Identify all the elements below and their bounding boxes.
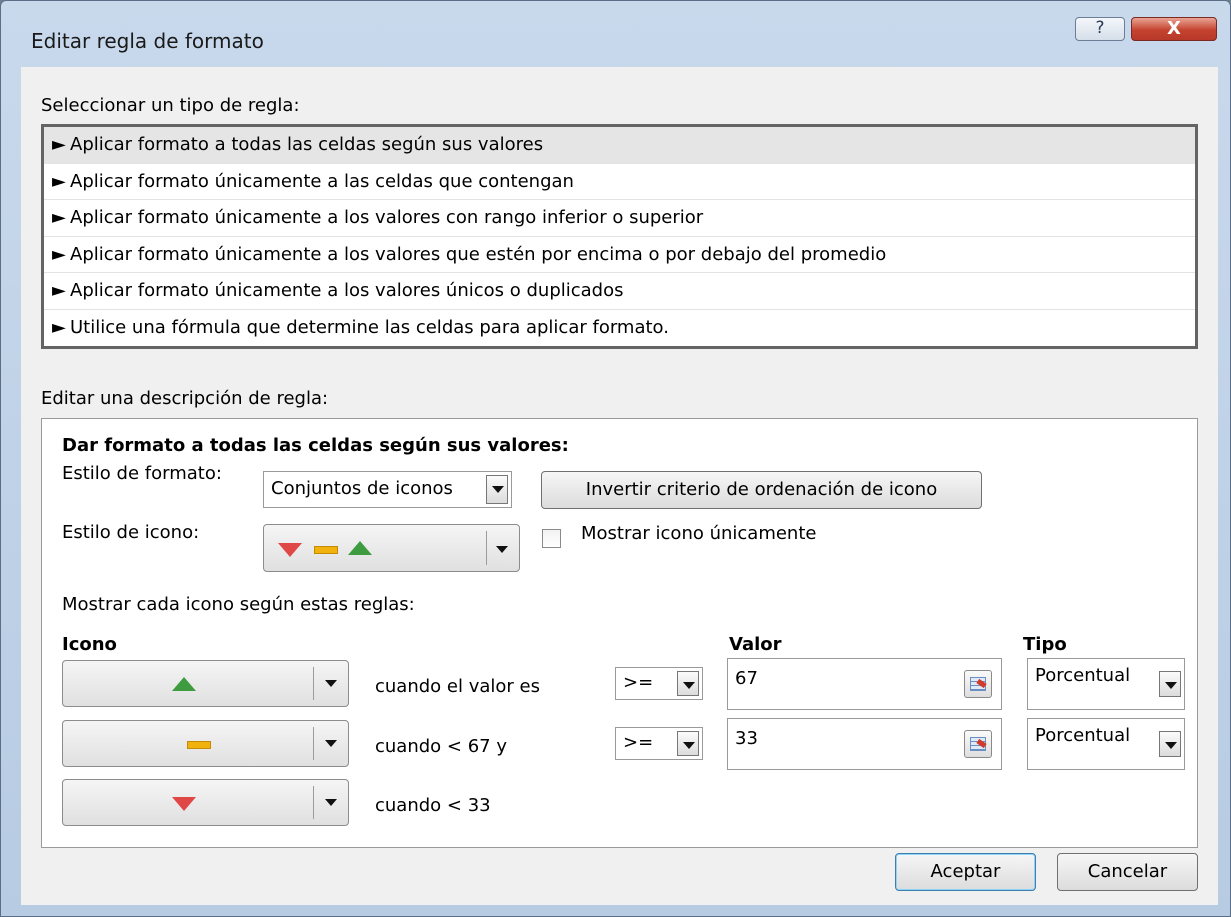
arrow-icon: ► — [52, 316, 66, 338]
row1-value-text: 67 — [735, 668, 758, 689]
icon-style-combo[interactable] — [263, 524, 520, 572]
title-bar[interactable]: Editar regla de formato ? X — [1, 1, 1230, 67]
chevron-down-icon[interactable] — [486, 475, 508, 504]
chevron-down-icon[interactable] — [1159, 731, 1181, 757]
arrow-icon: ► — [52, 243, 66, 265]
row2-type-combo[interactable]: Porcentual — [1027, 718, 1185, 770]
row2-value-input[interactable]: 33 — [727, 718, 1002, 770]
row2-icon-combo[interactable] — [62, 720, 349, 767]
show-icon-only-label: Mostrar icono únicamente — [581, 523, 817, 544]
format-style-label: Estilo de formato: — [62, 463, 222, 484]
rule-type-item-unique-duplicate[interactable]: ► Aplicar formato únicamente a los valore… — [44, 273, 1195, 310]
rule-description-panel: Dar formato a todas las celdas según sus… — [41, 418, 1198, 848]
row2-operator-combo[interactable]: >= — [615, 727, 703, 760]
rule-type-item-all-cells[interactable]: ► Aplicar formato a todas las celdas segú… — [44, 127, 1195, 164]
row3-icon-combo[interactable] — [62, 779, 349, 826]
row3-condition: cuando < 33 — [375, 795, 491, 816]
rule-type-item-label: Aplicar formato únicamente a las celdas … — [70, 170, 574, 192]
row1-condition: cuando el valor es — [375, 676, 540, 697]
show-icon-only-checkbox[interactable] — [542, 529, 561, 548]
arrow-icon: ► — [52, 280, 66, 301]
chevron-down-icon[interactable] — [496, 546, 508, 553]
rule-type-item-formula[interactable]: ► Utilice una fórmula que determine las c… — [44, 310, 1195, 347]
rule-type-item-contains[interactable]: ► Aplicar formato únicamente a las celdas… — [44, 164, 1195, 200]
yellow-dash-icon — [187, 741, 211, 749]
row1-operator-combo[interactable]: >= — [615, 667, 703, 700]
red-down-triangle-icon — [172, 797, 196, 811]
rule-type-item-top-bottom[interactable]: ► Aplicar formato únicamente a los valore… — [44, 200, 1195, 237]
arrow-icon: ► — [52, 207, 66, 228]
rule-type-item-label: Aplicar formato a todas las celdas según… — [70, 134, 544, 155]
row1-value-input[interactable]: 67 — [727, 658, 1002, 710]
green-up-triangle-icon — [348, 541, 372, 555]
row2-type-value: Porcentual — [1035, 725, 1131, 746]
format-style-value: Conjuntos de iconos — [271, 478, 453, 499]
row1-icon-combo[interactable] — [62, 660, 349, 707]
row1-type-value: Porcentual — [1035, 665, 1131, 686]
rule-type-list[interactable]: ► Aplicar formato a todas las celdas segú… — [41, 124, 1198, 349]
chevron-down-icon[interactable] — [325, 799, 337, 806]
row1-operator-value: >= — [623, 672, 654, 693]
chevron-down-icon[interactable] — [325, 680, 337, 687]
row2-value-text: 33 — [735, 728, 758, 749]
close-button[interactable]: X — [1131, 17, 1217, 41]
rule-type-label: Seleccionar un tipo de regla: — [41, 95, 300, 116]
rule-type-item-label: Aplicar formato únicamente a los valores… — [70, 280, 624, 301]
rule-type-item-average[interactable]: ► Aplicar formato únicamente a los valore… — [44, 237, 1195, 273]
rule-type-item-label: Aplicar formato únicamente a los valores… — [70, 243, 887, 265]
red-down-triangle-icon — [278, 543, 302, 557]
edit-format-rule-dialog: Editar regla de formato ? X Seleccionar … — [0, 0, 1231, 917]
help-button[interactable]: ? — [1075, 17, 1125, 41]
green-up-triangle-icon — [172, 677, 196, 691]
combo-separator — [313, 727, 314, 760]
row1-type-combo[interactable]: Porcentual — [1027, 658, 1185, 710]
arrow-icon: ► — [52, 134, 66, 155]
row2-cell-reference-icon[interactable] — [964, 730, 992, 758]
yellow-dash-icon — [314, 546, 338, 554]
icon-style-label: Estilo de icono: — [62, 522, 200, 543]
combo-separator — [313, 786, 314, 819]
type-column-header: Tipo — [1023, 634, 1067, 655]
ok-button[interactable]: Aceptar — [895, 853, 1036, 891]
chevron-down-icon[interactable] — [677, 731, 699, 756]
combo-separator — [486, 531, 487, 565]
row1-cell-reference-icon[interactable] — [964, 670, 992, 698]
icon-rules-heading: Mostrar cada icono según estas reglas: — [62, 594, 415, 615]
icon-column-header: Icono — [62, 634, 117, 655]
rule-type-item-label: Utilice una fórmula que determine las ce… — [70, 316, 669, 338]
reverse-icon-order-button[interactable]: Invertir criterio de ordenación de icono — [541, 471, 982, 509]
value-column-header: Valor — [729, 634, 782, 655]
cancel-button[interactable]: Cancelar — [1057, 853, 1198, 891]
rule-description-label: Editar una descripción de regla: — [41, 388, 329, 409]
chevron-down-icon[interactable] — [325, 740, 337, 747]
description-heading: Dar formato a todas las celdas según sus… — [62, 435, 569, 456]
row2-operator-value: >= — [623, 732, 654, 753]
arrow-icon: ► — [52, 170, 66, 192]
chevron-down-icon[interactable] — [1159, 671, 1181, 697]
dialog-body: Seleccionar un tipo de regla: ► Aplicar f… — [21, 67, 1218, 905]
chevron-down-icon[interactable] — [677, 671, 699, 696]
rule-type-item-label: Aplicar formato únicamente a los valores… — [70, 207, 704, 228]
format-style-combo[interactable]: Conjuntos de iconos — [263, 471, 512, 508]
combo-separator — [313, 667, 314, 700]
row2-condition: cuando < 67 y — [375, 736, 507, 757]
dialog-title: Editar regla de formato — [31, 29, 264, 53]
